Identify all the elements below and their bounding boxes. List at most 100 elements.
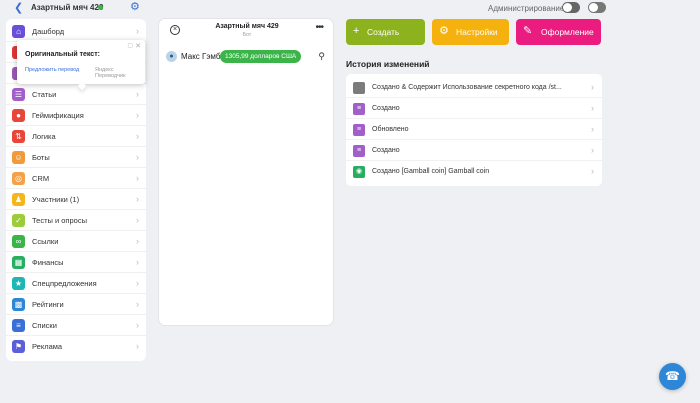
- sidebar-item-articles[interactable]: ☰ Статьи ›: [6, 84, 146, 105]
- history-row[interactable]: ≡ Создано ›: [346, 140, 602, 161]
- user-name: Макс Гэмб: [181, 52, 221, 61]
- page-title: Азартный мяч 429: [31, 3, 104, 12]
- chevron-right-icon: ›: [136, 89, 139, 99]
- coin-icon: ◉: [353, 166, 365, 178]
- gear-icon[interactable]: ⚙: [130, 0, 140, 13]
- headset-icon: ☎: [665, 369, 680, 383]
- article-icon: ≡: [353, 103, 365, 115]
- history-row-text: Обновлено: [372, 126, 409, 133]
- pin-icon[interactable]: ▢: [127, 42, 133, 49]
- history-row[interactable]: ◉ Создано [Gamball coin] Gamball coin ›: [346, 161, 602, 182]
- sidebar-item-participants[interactable]: ♟ Участники (1) ›: [6, 189, 146, 210]
- chevron-right-icon: ›: [591, 82, 594, 92]
- sidebar-item-links[interactable]: ∞ Ссылки ›: [6, 231, 146, 252]
- sidebar-item-offers[interactable]: ★ Спецпредложения ›: [6, 273, 146, 294]
- sidebar-item-tests[interactable]: ✓ Тесты и опросы ›: [6, 210, 146, 231]
- yandex-translator-logo: Яндекс Переводчик: [95, 67, 126, 79]
- sidebar-item-label: Реклама: [32, 342, 63, 351]
- gear-icon: ⚙: [439, 25, 449, 37]
- suggest-translation-link[interactable]: Предложить перевод: [25, 67, 79, 73]
- search-icon[interactable]: ⚲: [318, 51, 325, 62]
- chevron-right-icon: ›: [136, 278, 139, 288]
- sidebar-item-finance[interactable]: ▦ Финансы ›: [6, 252, 146, 273]
- preview-title: Азартный мяч 429: [215, 23, 279, 30]
- avatar-icon: ●: [166, 51, 177, 62]
- sidebar-item-label: Боты: [32, 153, 50, 162]
- history-list: Создано & Содержит Использование секретн…: [346, 74, 602, 186]
- sidebar-item-dashboard[interactable]: ⌂ Дашборд ›: [6, 21, 146, 42]
- create-button[interactable]: + Создать: [346, 19, 425, 45]
- history-row[interactable]: ≡ Создано ›: [346, 98, 602, 119]
- history-row[interactable]: ≡ Обновлено ›: [346, 119, 602, 140]
- preview-subtitle: Бот: [242, 32, 252, 38]
- sidebar-item-lists[interactable]: ≡ Списки ›: [6, 315, 146, 336]
- chevron-right-icon: ›: [136, 236, 139, 246]
- history-row-text: Создано: [372, 147, 400, 154]
- sidebar-item-label: Спецпредложения: [32, 279, 97, 288]
- sidebar-item-label: Статьи: [32, 90, 57, 99]
- sidebar-item-label: Дашборд: [32, 27, 65, 36]
- flag-icon: ⚑: [12, 340, 25, 353]
- top-bar: ❮ Азартный мяч 429 ⚙ Администрирование: [0, 0, 700, 16]
- sidebar-item-label: Рейтинги: [32, 300, 64, 309]
- users-icon: ♟: [12, 193, 25, 206]
- history-title: История изменений: [346, 59, 430, 69]
- list-icon: ≡: [12, 319, 25, 332]
- second-toggle[interactable]: [588, 2, 606, 13]
- back-chevron-icon[interactable]: ❮: [14, 1, 23, 14]
- chevron-right-icon: ›: [136, 341, 139, 351]
- chevron-right-icon: ›: [591, 103, 594, 113]
- sidebar-item-ads[interactable]: ⚑ Реклама ›: [6, 336, 146, 357]
- chevron-right-icon: ›: [136, 215, 139, 225]
- more-icon[interactable]: •••: [315, 22, 323, 33]
- gamepad-icon: ●: [12, 109, 25, 122]
- layers-icon: ☰: [12, 88, 25, 101]
- toggle-knob: [589, 3, 598, 12]
- chevron-right-icon: ›: [591, 145, 594, 155]
- history-row[interactable]: Создано & Содержит Использование секретн…: [346, 77, 602, 98]
- chevron-right-icon: ›: [136, 173, 139, 183]
- chevron-right-icon: ›: [136, 299, 139, 309]
- bot-preview-panel: × Азартный мяч 429 Бот ••• ● Макс Гэмб 1…: [158, 18, 334, 326]
- admin-label: Администрирование: [488, 4, 565, 13]
- chevron-right-icon: ›: [136, 320, 139, 330]
- online-status-dot: [98, 5, 103, 10]
- close-icon[interactable]: ✕: [135, 42, 141, 50]
- sidebar-item-logic[interactable]: ⇅ Логика ›: [6, 126, 146, 147]
- chevron-right-icon: ›: [136, 257, 139, 267]
- sidebar-item-gamification[interactable]: ● Геймификация ›: [6, 105, 146, 126]
- sidebar-item-label: Ссылки: [32, 237, 59, 246]
- plus-icon: +: [353, 25, 360, 37]
- sidebar-item-label: Геймификация: [32, 111, 84, 120]
- home-icon: ⌂: [12, 25, 25, 38]
- history-row-text: Создано & Содержит Использование секретн…: [372, 84, 562, 91]
- target-icon: ◎: [12, 172, 25, 185]
- article-icon: ≡: [353, 124, 365, 136]
- sidebar-item-bots[interactable]: ☺ Боты ›: [6, 147, 146, 168]
- chevron-right-icon: ›: [136, 152, 139, 162]
- history-row-text: Создано [Gamball coin] Gamball coin: [372, 168, 490, 175]
- design-button[interactable]: ✎ Оформление: [516, 19, 601, 45]
- checklist-icon: ✓: [12, 214, 25, 227]
- sidebar-item-ratings[interactable]: ▩ Рейтинги ›: [6, 294, 146, 315]
- chevron-right-icon: ›: [591, 124, 594, 134]
- translation-popup: ▢ ✕ Оригинальный текст: Предложить перев…: [17, 40, 145, 91]
- history-row-text: Создано: [372, 105, 400, 112]
- chart-icon: ▩: [12, 298, 25, 311]
- popup-title: Оригинальный текст:: [25, 51, 100, 58]
- sidebar-item-label: Логика: [32, 132, 56, 141]
- link-icon: ∞: [12, 235, 25, 248]
- create-button-label: Создать: [367, 27, 400, 37]
- sidebar-item-label: CRM: [32, 174, 50, 183]
- support-button[interactable]: ☎: [659, 363, 686, 390]
- chevron-right-icon: ›: [136, 110, 139, 120]
- star-icon: ★: [12, 277, 25, 290]
- brush-icon: ✎: [523, 25, 533, 37]
- finance-icon: ▦: [12, 256, 25, 269]
- settings-button[interactable]: ⚙ Настройки: [432, 19, 509, 45]
- chevron-right-icon: ›: [136, 131, 139, 141]
- chevron-right-icon: ›: [136, 194, 139, 204]
- admin-toggle[interactable]: [562, 2, 580, 13]
- sidebar-item-crm[interactable]: ◎ CRM ›: [6, 168, 146, 189]
- block-icon: [353, 82, 365, 94]
